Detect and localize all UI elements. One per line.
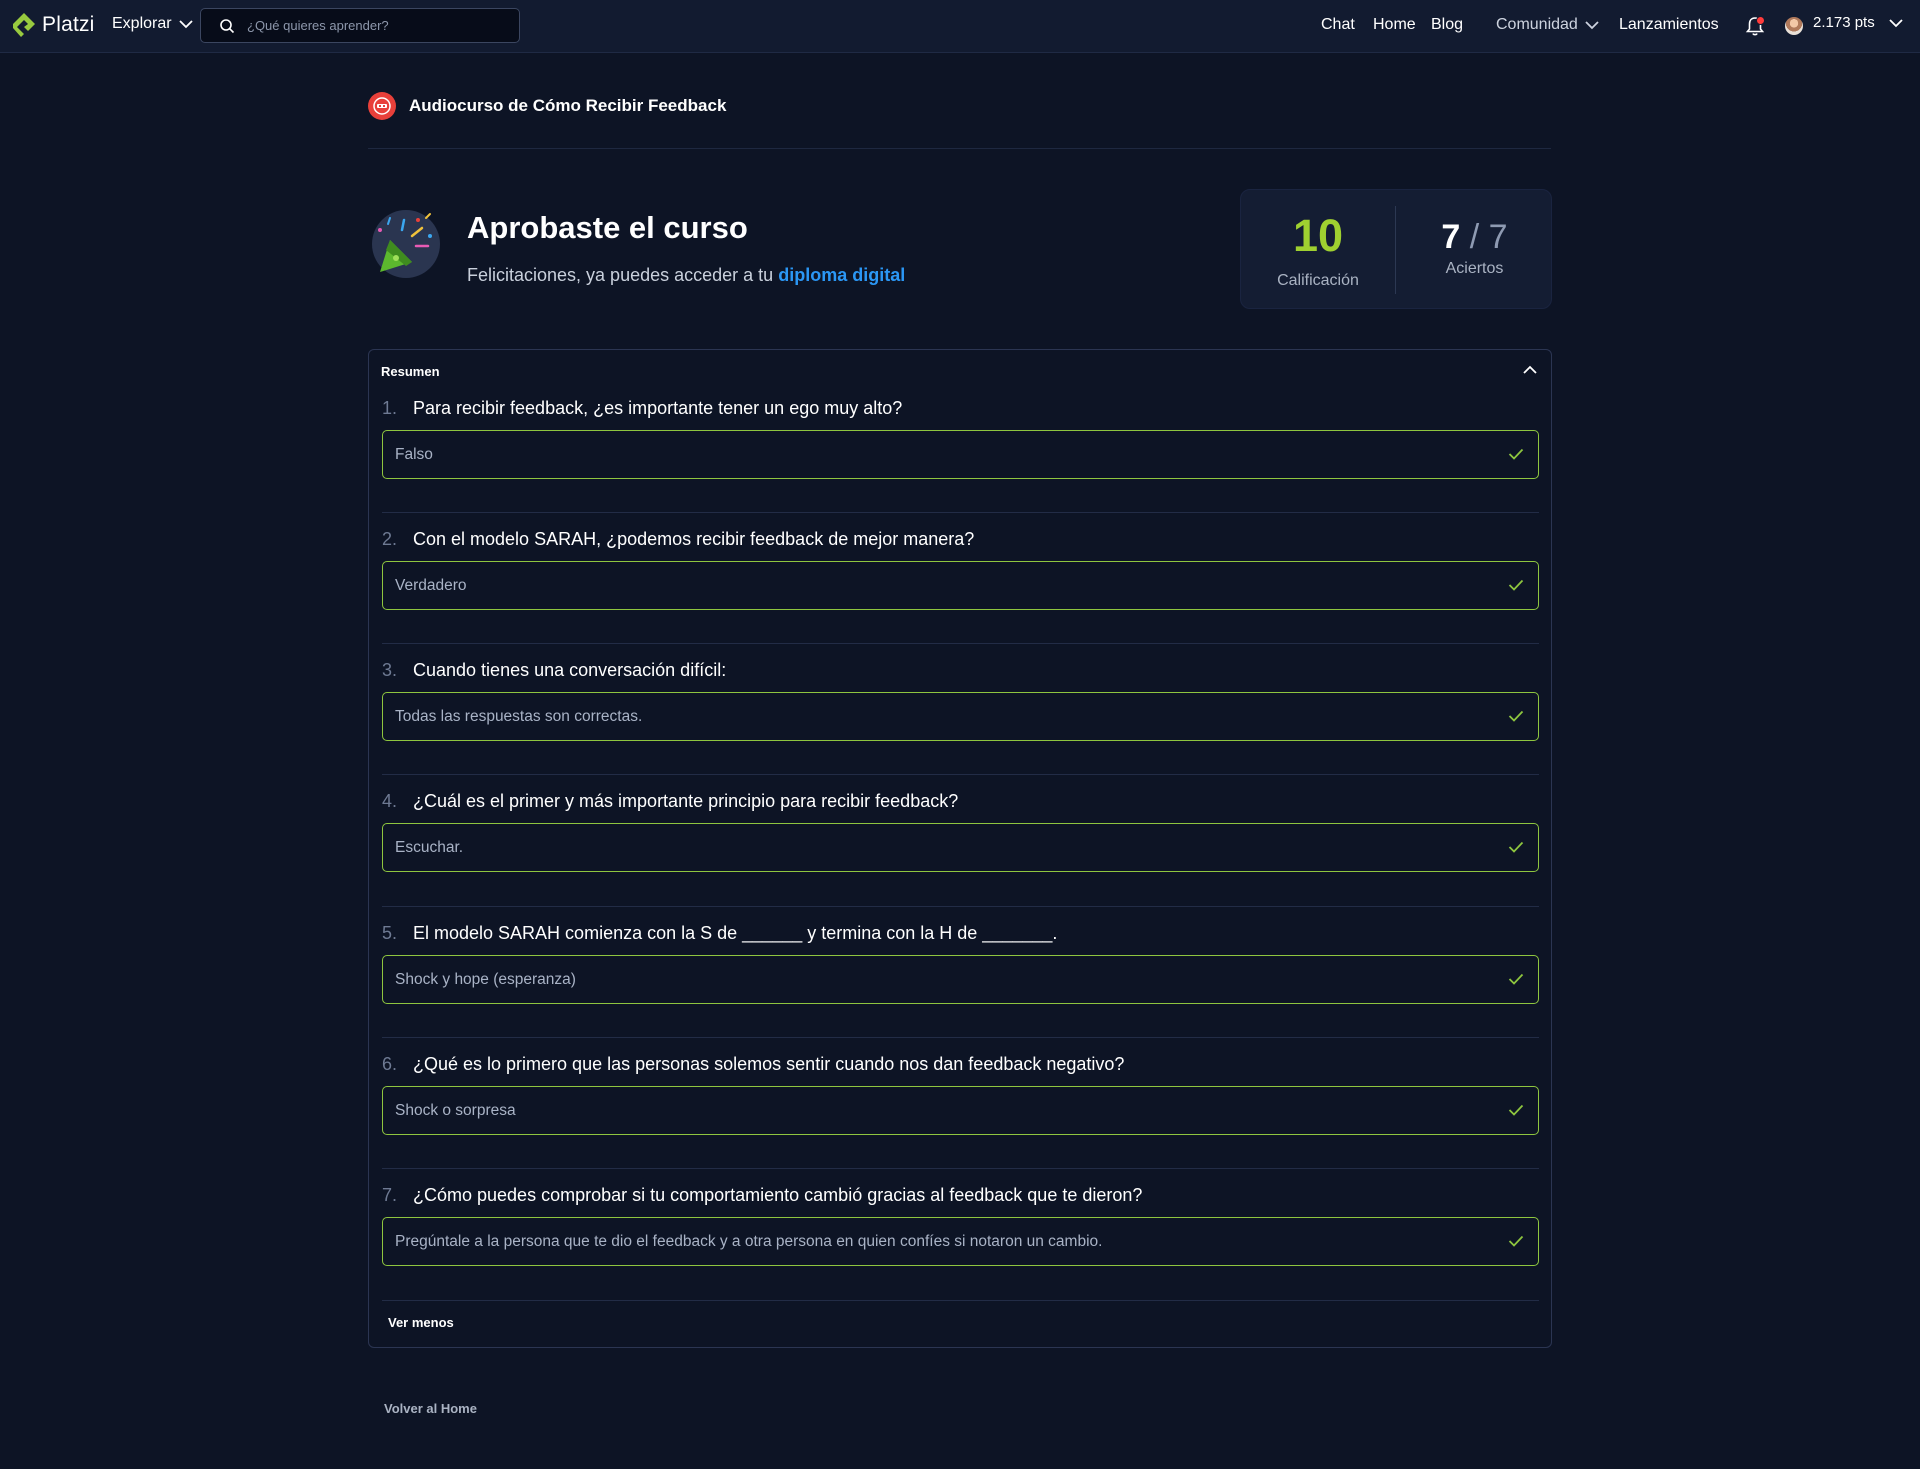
check-icon: [1508, 579, 1524, 591]
answer-option: Escuchar.: [382, 823, 1539, 872]
answer-text: Escuchar.: [395, 838, 464, 856]
answer-text: Todas las respuestas son correctas.: [395, 707, 643, 725]
answer-option: Shock o sorpresa: [382, 1086, 1539, 1135]
question-separator: [382, 1168, 1539, 1169]
nav-link-blog[interactable]: Blog: [1431, 16, 1463, 34]
community-label: Comunidad: [1496, 16, 1578, 33]
course-badge-icon: [368, 92, 396, 120]
search-bar[interactable]: [200, 8, 520, 43]
hits-slash: /: [1469, 218, 1480, 256]
hits-label: Aciertos: [1445, 260, 1504, 277]
logo-text: Platzi: [42, 13, 95, 36]
header-divider: [368, 148, 1551, 149]
platzi-logo[interactable]: Platzi: [12, 12, 95, 38]
answer-option: Shock y hope (esperanza): [382, 955, 1539, 1004]
platzi-logo-icon: [13, 13, 35, 37]
check-icon: [1508, 973, 1524, 985]
chevron-down-icon: [178, 20, 193, 29]
check-icon: [1508, 448, 1524, 460]
check-icon: [1508, 841, 1524, 853]
points-value: 2.173 pts: [1813, 14, 1875, 31]
question-number: 6.: [382, 1054, 398, 1074]
back-home-link[interactable]: Volver al Home: [384, 1401, 477, 1416]
question-label: Para recibir feedback, ¿es importante te…: [413, 398, 903, 418]
answer-option: Pregúntale a la persona que te dio el fe…: [382, 1217, 1539, 1266]
nav-link-launches[interactable]: Lanzamientos: [1619, 16, 1719, 34]
question-separator: [382, 1037, 1539, 1038]
grade-label: Calificación: [1277, 272, 1359, 289]
question-separator: [382, 1300, 1539, 1301]
question-label: El modelo SARAH comienza con la S de ___…: [413, 923, 1058, 943]
question-number: 7.: [382, 1185, 398, 1205]
question-text: 2. Con el modelo SARAH, ¿podemos recibir …: [382, 529, 974, 550]
question-label: Con el modelo SARAH, ¿podemos recibir fe…: [413, 529, 975, 549]
answer-text: Shock y hope (esperanza): [395, 970, 576, 988]
question-number: 2.: [382, 529, 398, 549]
question-number: 5.: [382, 923, 398, 943]
check-icon: [1508, 1235, 1524, 1247]
result-title: Aprobaste el curso: [467, 210, 748, 245]
question-number: 4.: [382, 791, 398, 811]
diploma-digital-link[interactable]: diploma digital: [778, 265, 905, 285]
chevron-up-icon[interactable]: [1523, 365, 1537, 375]
answer-text: Shock o sorpresa: [395, 1101, 516, 1119]
summary-panel: Resumen 1. Para recibir feedback, ¿es imp…: [368, 349, 1552, 1348]
question-label: ¿Cuál es el primer y más importante prin…: [413, 791, 959, 811]
result-subtitle-text: Felicitaciones, ya puedes acceder a tu: [467, 265, 774, 285]
question-label: ¿Cómo puedes comprobar si tu comportamie…: [413, 1185, 1143, 1205]
question-text: 5. El modelo SARAH comienza con la S de _…: [382, 923, 1057, 944]
hits-value: 7 / 7: [1396, 218, 1553, 257]
party-popper-icon: [372, 210, 440, 278]
question-text: 7. ¿Cómo puedes comprobar si tu comportam…: [382, 1185, 1142, 1206]
notification-dot: [1756, 16, 1765, 25]
nav-link-home[interactable]: Home: [1373, 16, 1416, 34]
hits-total: 7: [1488, 218, 1508, 256]
chevron-down-icon: [1889, 18, 1903, 27]
question-separator: [382, 774, 1539, 775]
question-text: 3. Cuando tienes una conversación difícil…: [382, 660, 726, 681]
grade-value: 10: [1292, 210, 1344, 261]
answer-option: Todas las respuestas son correctas.: [382, 692, 1539, 741]
answer-option: Falso: [382, 430, 1539, 479]
check-icon: [1508, 1104, 1524, 1116]
question-text: 4. ¿Cuál es el primer y más importante pr…: [382, 791, 958, 812]
search-input[interactable]: [245, 17, 515, 34]
question-number: 1.: [382, 398, 398, 418]
chevron-down-icon: [1585, 21, 1599, 30]
check-icon: [1508, 710, 1524, 722]
avatar[interactable]: [1785, 17, 1803, 35]
score-card: 10 Calificación 7 / 7 Aciertos: [1240, 189, 1552, 309]
question-number: 3.: [382, 660, 398, 680]
question-separator: [382, 512, 1539, 513]
explore-label: Explorar: [112, 15, 172, 32]
hits-correct: 7: [1441, 218, 1461, 256]
hits-block: 7 / 7 Aciertos: [1396, 190, 1553, 310]
question-separator: [382, 643, 1539, 644]
see-less-button[interactable]: Ver menos: [388, 1315, 454, 1330]
answer-option: Verdadero: [382, 561, 1539, 610]
question-text: 6. ¿Qué es lo primero que las personas so…: [382, 1054, 1124, 1075]
grade-block: 10 Calificación: [1241, 190, 1395, 310]
answer-text: Falso: [395, 445, 433, 463]
answer-text: Verdadero: [395, 576, 467, 594]
course-badge-glyph: [373, 97, 391, 115]
nav-link-chat[interactable]: Chat: [1321, 16, 1355, 34]
question-text: 1. Para recibir feedback, ¿es importante …: [382, 398, 902, 419]
user-points-menu[interactable]: 2.173 pts: [1813, 14, 1903, 31]
summary-label: Resumen: [381, 364, 440, 379]
question-label: Cuando tienes una conversación difícil:: [413, 660, 727, 680]
nav-community-menu[interactable]: Comunidad: [1496, 16, 1599, 34]
result-subtitle: Felicitaciones, ya puedes acceder a tu d…: [467, 265, 905, 286]
course-header: Audiocurso de Cómo Recibir Feedback: [368, 92, 726, 120]
search-icon: [220, 18, 235, 33]
answer-text: Pregúntale a la persona que te dio el fe…: [395, 1232, 1103, 1250]
explore-menu[interactable]: Explorar: [112, 15, 193, 33]
course-title: Audiocurso de Cómo Recibir Feedback: [409, 96, 727, 115]
question-separator: [382, 906, 1539, 907]
question-label: ¿Qué es lo primero que las personas sole…: [413, 1054, 1125, 1074]
top-navbar: Platzi Explorar Chat Home Blog Comunidad…: [0, 0, 1920, 53]
